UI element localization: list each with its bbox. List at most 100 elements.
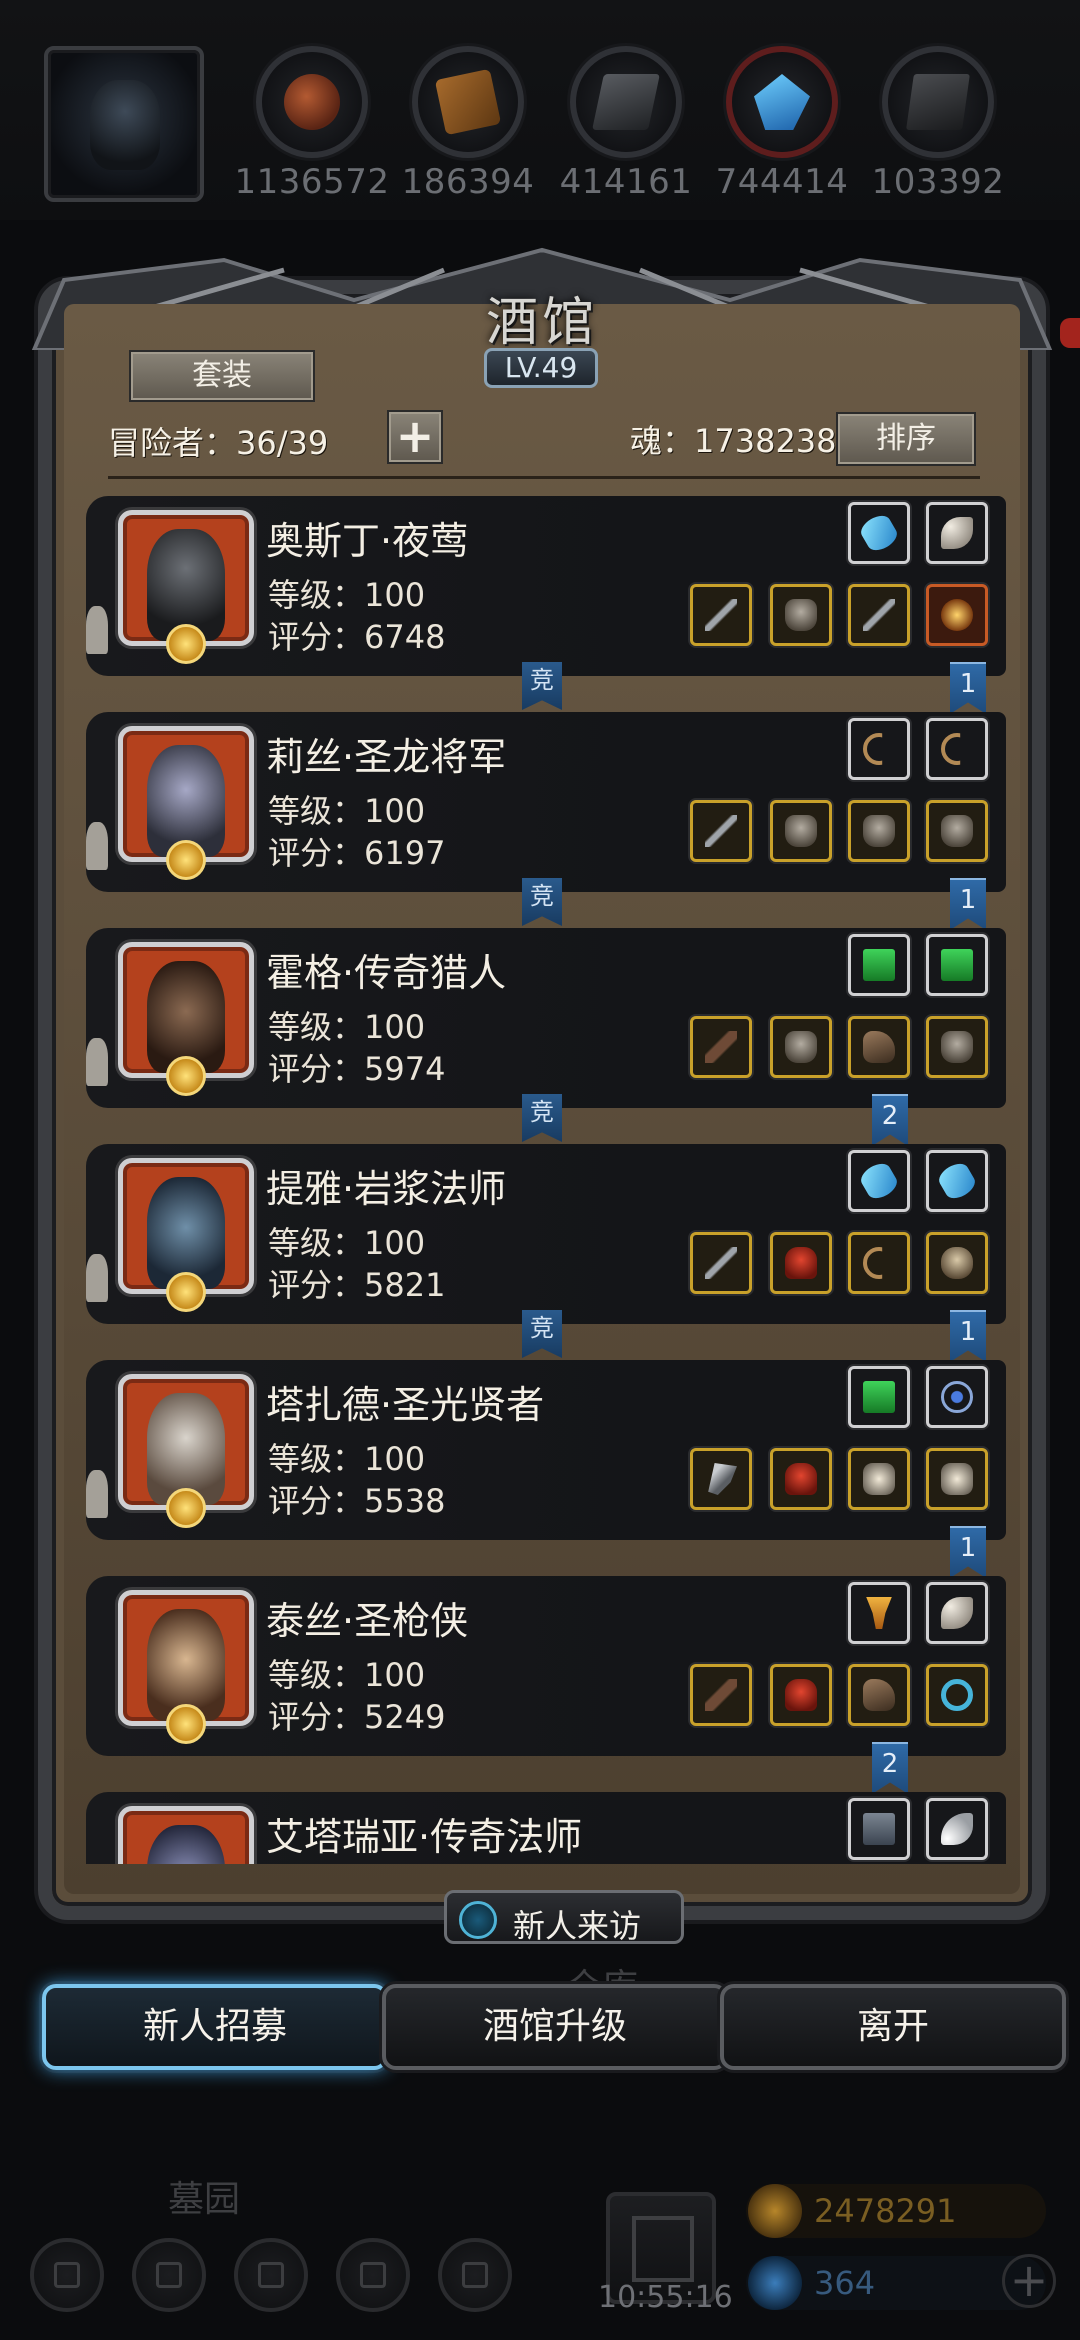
gold-counter[interactable]: 2478291 xyxy=(746,2184,1046,2238)
equip-slot[interactable] xyxy=(690,1016,752,1078)
spear-icon xyxy=(705,815,737,847)
meat-icon xyxy=(284,74,340,130)
player-avatar[interactable] xyxy=(44,46,204,202)
equip-slot[interactable] xyxy=(926,800,988,862)
equip-slot[interactable] xyxy=(690,800,752,862)
mail-icon[interactable] xyxy=(336,2238,410,2312)
tavern-panel: 酒馆 LV.49 套装 冒险者：36/39 + 魂：1738238 排序 奥斯丁… xyxy=(24,240,1060,1945)
equip-slot[interactable] xyxy=(690,1232,752,1294)
equip-slot[interactable] xyxy=(848,502,910,564)
equip-slot[interactable] xyxy=(926,1798,988,1860)
equip-slot[interactable] xyxy=(770,1448,832,1510)
panel-title: 酒馆 xyxy=(485,293,598,353)
add-currency-icon[interactable]: + xyxy=(1002,2254,1056,2308)
side-notification-dot[interactable] xyxy=(1060,318,1080,348)
rank-ribbon: 1 xyxy=(950,878,986,930)
equip-slot[interactable] xyxy=(848,1016,910,1078)
tavern-icon-glyph xyxy=(258,2262,284,2288)
badge-icon[interactable] xyxy=(132,2238,206,2312)
glove-icon xyxy=(863,1463,895,1495)
rank-ribbon: 1 xyxy=(950,1526,986,1578)
cube-icon[interactable] xyxy=(438,2238,512,2312)
crystal-icon xyxy=(754,74,810,130)
resource-iron[interactable]: 414161 xyxy=(546,46,706,202)
robe-icon xyxy=(785,1679,817,1711)
gem-counter[interactable]: 364 xyxy=(746,2256,1046,2310)
medal-icon xyxy=(166,1272,206,1312)
necklace-icon xyxy=(863,1247,883,1279)
meat-orb xyxy=(256,46,368,158)
upgrade-tavern-button[interactable]: 酒馆升级 xyxy=(382,1984,728,2070)
adventurer-count: 冒险者：36/39 xyxy=(108,424,329,462)
resource-crystal[interactable]: 744414 xyxy=(702,46,862,202)
hero-score: 评分：6197 xyxy=(268,834,446,872)
leave-button[interactable]: 离开 xyxy=(720,1984,1066,2070)
hero-card[interactable]: 霍格·传奇猎人 等级：100 评分：5974 xyxy=(86,928,1006,1108)
equip-slot[interactable] xyxy=(848,1366,910,1428)
hero-name: 艾塔瑞亚·传奇法师 xyxy=(266,1815,583,1859)
hero-card[interactable]: 泰丝·圣枪侠 等级：100 评分：5249 xyxy=(86,1576,1006,1756)
hero-name: 塔扎德·圣光贤者 xyxy=(266,1383,545,1427)
equip-slot[interactable] xyxy=(926,718,988,780)
tavern-icon[interactable] xyxy=(234,2238,308,2312)
equip-slot[interactable] xyxy=(926,1448,988,1510)
arena-ribbon: 竞 xyxy=(522,1310,562,1358)
crossbow-icon xyxy=(941,733,961,765)
equip-slot[interactable] xyxy=(848,718,910,780)
robe-icon xyxy=(785,1247,817,1279)
equip-slot[interactable] xyxy=(926,1150,988,1212)
sort-button[interactable]: 排序 xyxy=(836,412,976,466)
mail-icon-glyph xyxy=(360,2262,386,2288)
equip-slot[interactable] xyxy=(848,1664,910,1726)
equip-slot[interactable] xyxy=(848,1798,910,1860)
new-visitor-bar[interactable]: 新人来访 xyxy=(444,1890,684,1945)
book-icon xyxy=(863,949,895,981)
hero-card[interactable]: 奥斯丁·夜莺 等级：100 评分：6748 xyxy=(86,496,1006,676)
suit-button[interactable]: 套装 xyxy=(129,350,315,402)
equip-slot[interactable] xyxy=(926,1366,988,1428)
equip-slot[interactable] xyxy=(690,584,752,646)
hero-list[interactable]: 奥斯丁·夜莺 等级：100 评分：6748 竞 1 莉丝·圣龙将军 等级：100… xyxy=(86,496,1006,1864)
equip-slot[interactable] xyxy=(690,1664,752,1726)
equip-slot[interactable] xyxy=(926,584,988,646)
hero-card[interactable]: 艾塔瑞亚·传奇法师 等级 xyxy=(86,1792,1006,1864)
equip-slot[interactable] xyxy=(770,1232,832,1294)
resource-stone[interactable]: 103392 xyxy=(858,46,1018,202)
add-slot-button[interactable]: + xyxy=(387,410,443,464)
recruit-button[interactable]: 新人招募 xyxy=(42,1984,388,2070)
equip-slot[interactable] xyxy=(848,1448,910,1510)
rifle-icon xyxy=(705,1031,737,1063)
equip-slot[interactable] xyxy=(848,934,910,996)
ghost-icon xyxy=(86,1038,108,1086)
hero-card[interactable]: 莉丝·圣龙将军 等级：100 评分：6197 xyxy=(86,712,1006,892)
equip-slot[interactable] xyxy=(770,584,832,646)
equip-slot[interactable] xyxy=(770,800,832,862)
equip-slot[interactable] xyxy=(926,1232,988,1294)
equip-slot[interactable] xyxy=(926,1664,988,1726)
hero-portrait[interactable] xyxy=(118,1806,254,1864)
gauntlet-icon xyxy=(863,815,895,847)
equip-slot[interactable] xyxy=(690,1448,752,1510)
equip-slot[interactable] xyxy=(848,1232,910,1294)
resource-meat[interactable]: 1136572 xyxy=(232,46,392,202)
hero-card[interactable]: 塔扎德·圣光贤者 等级：100 评分：5538 xyxy=(86,1360,1006,1540)
equip-slot[interactable] xyxy=(848,1150,910,1212)
settings-icon[interactable] xyxy=(30,2238,104,2312)
equip-slot[interactable] xyxy=(926,934,988,996)
claw-icon xyxy=(863,599,895,631)
equip-slot[interactable] xyxy=(926,1582,988,1644)
equip-slot[interactable] xyxy=(848,584,910,646)
divider xyxy=(108,476,980,479)
cube-icon-glyph xyxy=(462,2262,488,2288)
equip-slot[interactable] xyxy=(770,1664,832,1726)
equip-slot[interactable] xyxy=(848,800,910,862)
hero-card[interactable]: 提雅·岩浆法师 等级：100 评分：5821 xyxy=(86,1144,1006,1324)
equip-slot[interactable] xyxy=(926,502,988,564)
iron-orb xyxy=(570,46,682,158)
hero-portrait-art xyxy=(147,1825,225,1864)
resource-wood[interactable]: 186394 xyxy=(388,46,548,202)
cemetery-label: 墓园 xyxy=(168,2179,241,2220)
equip-slot[interactable] xyxy=(848,1582,910,1644)
equip-slot[interactable] xyxy=(926,1016,988,1078)
equip-slot[interactable] xyxy=(770,1016,832,1078)
